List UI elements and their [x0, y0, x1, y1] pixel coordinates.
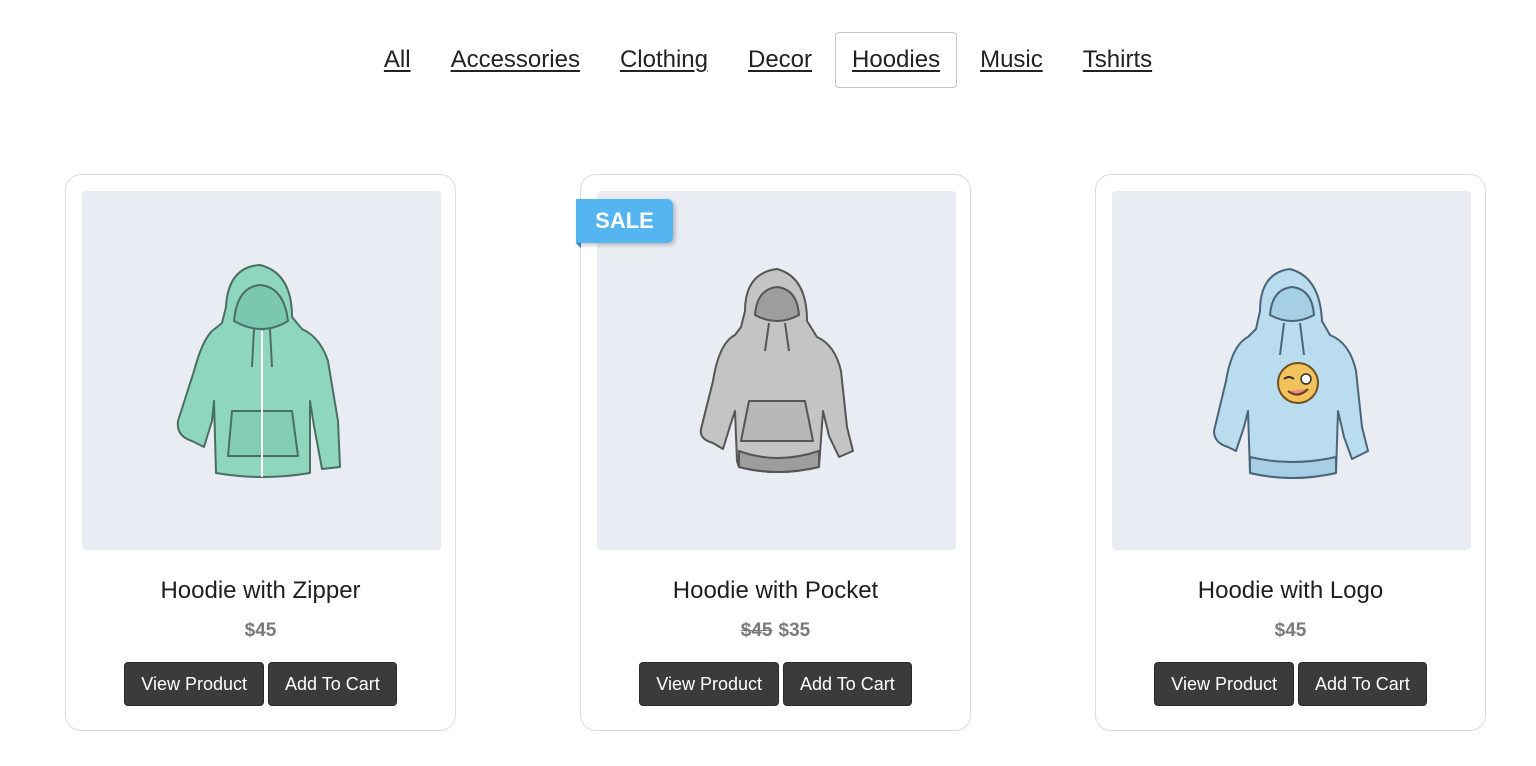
pocket-hoodie-image — [699, 267, 854, 473]
product-image[interactable] — [82, 191, 441, 550]
add-to-cart-button[interactable]: Add To Cart — [1298, 662, 1427, 706]
product-image[interactable] — [597, 191, 956, 550]
current-price: $45 — [244, 620, 277, 641]
product-card-zipper: Hoodie with Zipper $45 View Product Add … — [65, 174, 456, 731]
product-title: Hoodie with Pocket — [672, 577, 879, 604]
product-card-logo: Hoodie with Logo $45 View Product Add To… — [1095, 174, 1486, 731]
current-price: $35 — [778, 620, 811, 641]
filter-all[interactable]: All — [367, 32, 428, 88]
current-price: $45 — [1274, 620, 1307, 641]
logo-hoodie-image — [1212, 267, 1369, 479]
original-price: $45 — [740, 620, 773, 641]
filter-decor[interactable]: Decor — [731, 32, 829, 88]
product-price: $45 — [1096, 620, 1485, 642]
product-actions: View Product Add To Cart — [581, 662, 970, 706]
product-price: $45 — [66, 620, 455, 642]
view-product-button[interactable]: View Product — [639, 662, 779, 706]
filter-tshirts[interactable]: Tshirts — [1066, 32, 1169, 88]
view-product-button[interactable]: View Product — [1154, 662, 1294, 706]
product-title: Hoodie with Logo — [1197, 577, 1384, 604]
product-title: Hoodie with Zipper — [160, 577, 361, 604]
category-filter-bar: All Accessories Clothing Decor Hoodies M… — [0, 32, 1536, 88]
view-product-button[interactable]: View Product — [124, 662, 264, 706]
product-card-pocket: SALE Hoodie with Pocket $45 $35 View Prod… — [576, 174, 971, 731]
filter-clothing[interactable]: Clothing — [603, 32, 725, 88]
product-image[interactable] — [1112, 191, 1471, 550]
sale-badge: SALE — [576, 199, 673, 248]
add-to-cart-button[interactable]: Add To Cart — [268, 662, 397, 706]
add-to-cart-button[interactable]: Add To Cart — [783, 662, 912, 706]
filter-hoodies[interactable]: Hoodies — [835, 32, 958, 88]
product-actions: View Product Add To Cart — [66, 662, 455, 706]
product-price: $45 $35 — [581, 620, 970, 642]
filter-music[interactable]: Music — [963, 32, 1060, 88]
zip-hoodie-image — [176, 263, 341, 478]
product-actions: View Product Add To Cart — [1096, 662, 1485, 706]
filter-accessories[interactable]: Accessories — [434, 32, 597, 88]
